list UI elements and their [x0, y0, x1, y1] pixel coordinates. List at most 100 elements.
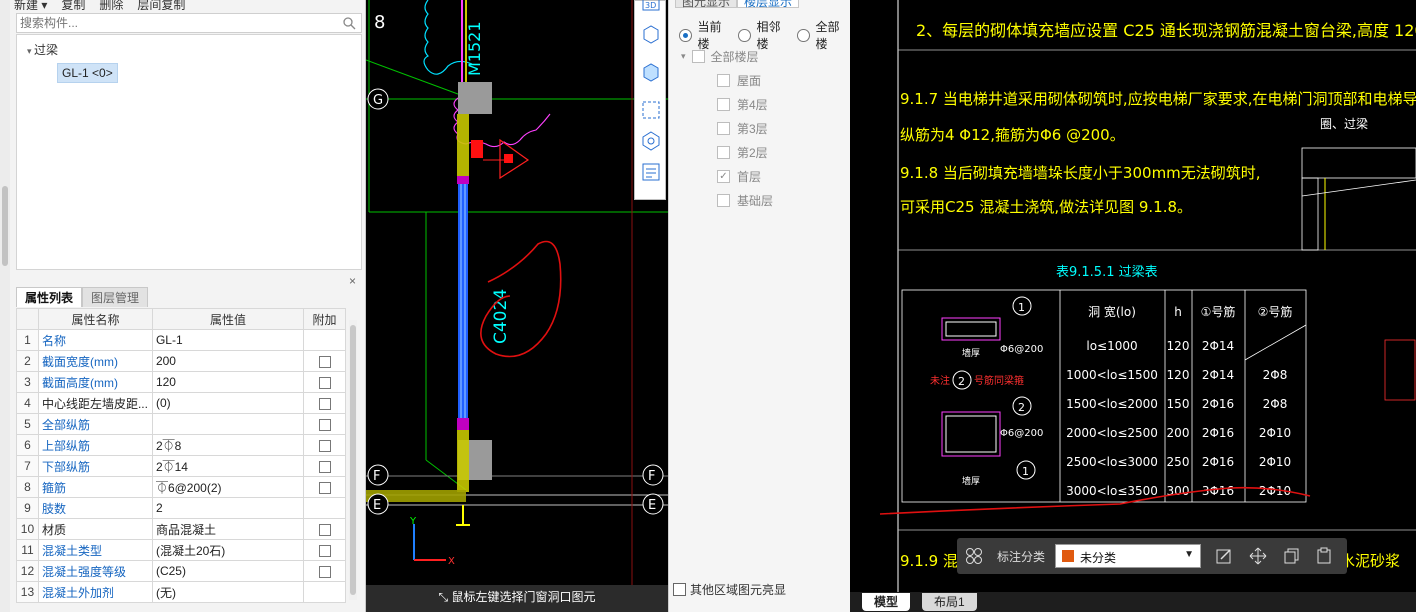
extra-checkbox[interactable] — [318, 376, 331, 389]
delete-button[interactable]: 删除 — [99, 0, 123, 10]
list-settings-icon[interactable] — [640, 161, 662, 183]
all-floors-checkbox[interactable] — [691, 50, 705, 63]
tab-layout-1[interactable]: 布局1 — [922, 593, 977, 611]
extra-checkbox[interactable] — [318, 439, 331, 452]
table-row[interactable]: 1 名称 GL-1 — [16, 329, 346, 351]
new-button[interactable]: 新建 ▾ — [14, 0, 47, 10]
extra-checkbox[interactable] — [318, 544, 331, 557]
row-number: 10 — [16, 518, 39, 540]
copy-button[interactable]: 复制 — [61, 0, 85, 10]
drawing-canvas[interactable]: 8 M1521 C4024 G F E F E Y X — [366, 0, 668, 612]
viewer-drawing[interactable]: 2、每层的砌体填充墙应设置 C25 通长现浇钢筋混凝土窗台梁,高度 120mm,… — [850, 0, 1416, 612]
cube-view-icon[interactable] — [640, 23, 662, 45]
drawing-viewer[interactable]: 2、每层的砌体填充墙应设置 C25 通长现浇钢筋混凝土窗台梁,高度 120mm,… — [850, 0, 1416, 612]
floor-item[interactable]: 屋面 — [717, 72, 761, 89]
extra-checkbox[interactable] — [318, 523, 331, 536]
extra-checkbox[interactable] — [318, 418, 331, 431]
move-icon[interactable] — [1249, 547, 1267, 565]
row-number: 1 — [16, 329, 39, 351]
property-value[interactable]: 120 — [151, 371, 305, 393]
table-row[interactable]: 6 上部纵筋 2⏁8 — [16, 434, 346, 456]
floor-checkbox[interactable] — [717, 122, 730, 135]
table-row[interactable]: 2 截面宽度(mm) 200 — [16, 350, 346, 372]
extra-checkbox[interactable] — [318, 565, 331, 578]
floor-checkbox[interactable]: ✓ — [717, 170, 730, 183]
floor-item[interactable]: 第4层 — [717, 96, 768, 113]
table-row[interactable]: 8 箍筋 ⏁6@200(2) — [16, 476, 346, 498]
property-value[interactable]: 200 — [151, 350, 305, 372]
close-icon[interactable]: × — [349, 274, 356, 288]
property-value[interactable]: (0) — [151, 392, 305, 414]
floor-checkbox[interactable] — [717, 98, 730, 111]
table-row[interactable]: 3 截面高度(mm) 120 — [16, 371, 346, 393]
panel-scrollbar[interactable] — [0, 0, 10, 612]
isometric-icon[interactable] — [640, 129, 662, 151]
copy-icon[interactable] — [1283, 547, 1301, 565]
search-box — [16, 13, 362, 33]
property-value[interactable]: 商品混凝土 — [151, 518, 305, 540]
floor-item[interactable]: ✓ 首层 — [717, 168, 761, 185]
floor-item[interactable]: 第2层 — [717, 144, 768, 161]
floor-checkbox[interactable] — [717, 146, 730, 159]
3d-view-icon[interactable]: 3D — [640, 0, 662, 17]
property-value[interactable]: 2⏁14 — [151, 455, 305, 477]
annotation-toolbar: 标注分类 未分类 ▼ — [957, 538, 1347, 574]
tree-item-gl1[interactable]: GL-1 <0> — [57, 63, 118, 83]
floor-checkbox[interactable] — [717, 194, 730, 207]
table-row[interactable]: 9 肢数 2 — [16, 497, 346, 519]
panel-scrollbar-thumb[interactable] — [2, 186, 8, 266]
cad-drawing[interactable]: 8 M1521 C4024 G F E F E Y X — [366, 0, 668, 612]
table-row[interactable]: 13 混凝土外加剂 (无) — [16, 581, 346, 603]
other-region-toggle[interactable]: 其他区域图元亮显 — [673, 581, 786, 598]
extra-cell — [303, 329, 346, 351]
extra-checkbox[interactable] — [318, 355, 331, 368]
tab-floor-display[interactable]: 楼层显示 — [737, 0, 800, 9]
floor-item[interactable]: 第3层 — [717, 120, 768, 137]
property-value[interactable]: (C25) — [151, 560, 305, 582]
property-value[interactable]: 2 — [151, 497, 305, 519]
property-value[interactable]: (混凝土20石) — [151, 539, 305, 561]
property-value[interactable]: 2⏁8 — [151, 434, 305, 456]
table-row[interactable]: 11 混凝土类型 (混凝土20石) — [16, 539, 346, 561]
all-floors-row[interactable]: ▾ 全部楼层 — [681, 48, 759, 65]
floor-copy-button[interactable]: 层间复制 — [137, 0, 185, 10]
other-region-checkbox[interactable] — [673, 583, 686, 596]
radio-all-floor[interactable] — [797, 28, 810, 42]
collapse-icon[interactable]: ▾ — [681, 51, 686, 62]
extra-checkbox[interactable] — [318, 460, 331, 473]
property-value[interactable]: GL-1 — [151, 329, 305, 351]
annotation-category-select[interactable]: 未分类 ▼ — [1055, 544, 1201, 568]
tab-element-display[interactable]: 图元显示 — [675, 0, 738, 9]
table-row[interactable]: 7 下部纵筋 2⏁14 — [16, 455, 346, 477]
property-value[interactable]: (无) — [151, 581, 305, 603]
floor-checkbox[interactable] — [717, 74, 730, 87]
collapse-icon[interactable]: ▾ — [27, 46, 34, 56]
row-number: 12 — [16, 560, 39, 582]
extra-checkbox[interactable] — [318, 481, 331, 494]
table-cell: 2Φ16 — [1202, 397, 1234, 411]
search-input[interactable] — [17, 14, 327, 32]
table-row[interactable]: 10 材质 商品混凝土 — [16, 518, 346, 540]
tab-model[interactable]: 模型 — [862, 593, 911, 611]
edit-icon[interactable] — [1215, 547, 1233, 565]
tab-property-list[interactable]: 属性列表 — [16, 287, 83, 307]
property-scrollbar-thumb[interactable] — [350, 325, 356, 595]
tab-layer-manager[interactable]: 图层管理 — [82, 287, 149, 307]
tree-node-lintel[interactable]: ▾ 过梁 — [27, 41, 58, 58]
cube-solid-icon[interactable] — [640, 61, 662, 83]
radio-adjacent-floor[interactable] — [738, 28, 751, 42]
table-row[interactable]: 5 全部纵筋 — [16, 413, 346, 435]
table-row[interactable]: 12 混凝土强度等级 (C25) — [16, 560, 346, 582]
property-value[interactable]: ⏁6@200(2) — [151, 476, 305, 498]
floor-item[interactable]: 基础层 — [717, 192, 773, 209]
radio-current-floor[interactable] — [679, 28, 692, 42]
paste-icon[interactable] — [1315, 547, 1333, 565]
property-value[interactable] — [151, 413, 305, 435]
grid-icon[interactable] — [965, 547, 983, 565]
extra-checkbox[interactable] — [318, 397, 331, 410]
grid-label-g: G — [367, 88, 389, 110]
select-box-icon[interactable] — [640, 99, 662, 121]
floor-label: 第4层 — [737, 98, 768, 112]
search-icon[interactable] — [342, 16, 356, 30]
table-row[interactable]: 4 中心线距左墙皮距... (0) — [16, 392, 346, 414]
